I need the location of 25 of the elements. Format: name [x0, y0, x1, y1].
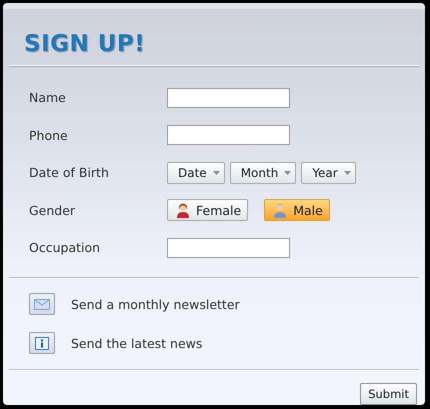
dropdown[interactable]: Year	[301, 162, 356, 184]
field-label: Gender	[29, 202, 76, 218]
text-field[interactable]	[167, 125, 290, 146]
dropdown[interactable]: Month	[230, 162, 296, 184]
person-icon	[273, 202, 288, 218]
info-icon	[35, 336, 49, 350]
dropdown[interactable]: Date	[167, 162, 225, 184]
option-button[interactable]	[29, 332, 55, 354]
text-field[interactable]	[167, 238, 290, 258]
option-label: Send a monthly newsletter	[71, 296, 240, 312]
submit-button[interactable]: Submit	[360, 382, 417, 404]
person-icon	[176, 202, 190, 218]
caret-icon	[212, 170, 220, 175]
field-label: Occupation	[29, 240, 102, 256]
envelope-icon	[34, 298, 50, 310]
toggle-button[interactable]: Female	[167, 199, 248, 222]
option-label: Send the latest news	[71, 336, 202, 350]
caret-icon	[344, 170, 351, 175]
text-field[interactable]	[167, 88, 290, 108]
field-label: Name	[29, 90, 67, 106]
caret-icon	[284, 170, 292, 175]
field-label: Phone	[29, 128, 69, 143]
toggle-button[interactable]: Male	[264, 199, 330, 222]
form-title: SIGN UP!	[23, 30, 146, 59]
field-label: Date of Birth	[29, 165, 110, 180]
